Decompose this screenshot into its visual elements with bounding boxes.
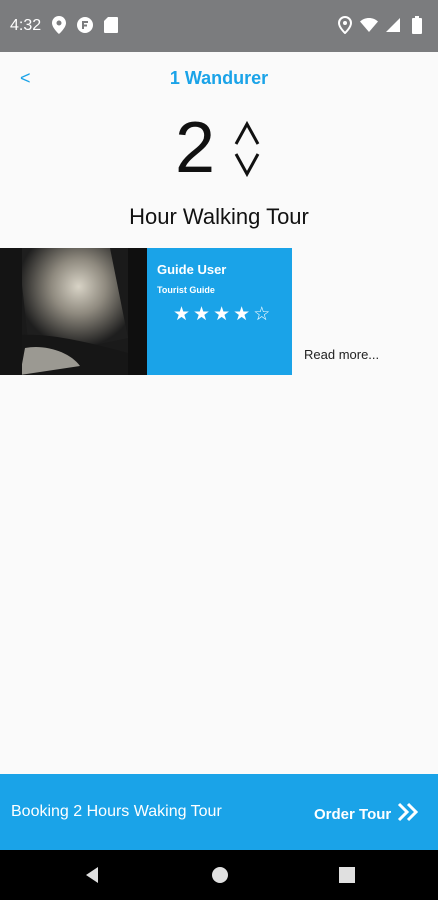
star-filled-icon: ★ <box>193 304 212 325</box>
tour-subtitle: Hour Walking Tour <box>129 204 309 229</box>
system-nav-bar <box>0 850 438 900</box>
double-chevron-right-icon <box>397 802 419 826</box>
star-filled-icon: ★ <box>213 304 232 325</box>
back-nav-icon[interactable] <box>82 865 102 885</box>
battery-icon <box>408 16 426 34</box>
read-more-link[interactable]: Read more... <box>304 347 379 362</box>
app-header: < 1 Wandurer <box>0 52 438 104</box>
increase-hours-arrow-icon[interactable] <box>232 120 262 148</box>
recents-nav-icon[interactable] <box>337 865 357 885</box>
guide-role: Tourist Guide <box>157 285 215 295</box>
star-filled-icon: ★ <box>173 304 192 325</box>
page-title: 1 Wandurer <box>169 68 269 88</box>
location-icon <box>336 16 354 34</box>
status-left-icons <box>50 16 120 34</box>
wifi-icon <box>360 16 378 34</box>
location-pin-icon <box>50 16 68 34</box>
guide-card[interactable]: Guide User Tourist Guide ★ ★ ★ ★ ☆ <box>147 248 292 375</box>
home-nav-icon[interactable] <box>210 865 230 885</box>
star-filled-icon: ★ <box>233 304 252 325</box>
order-tour-label: Order Tour <box>314 805 392 823</box>
star-empty-icon: ☆ <box>253 304 272 325</box>
guide-rating: ★ ★ ★ ★ ☆ <box>173 303 271 326</box>
status-bar: 4:32 <box>0 0 438 52</box>
decrease-hours-arrow-icon[interactable] <box>232 150 262 178</box>
sd-card-icon <box>102 16 120 34</box>
bottom-bar: Booking 2 Hours Waking Tour Order Tour <box>0 774 438 850</box>
notification-app-icon <box>76 16 94 34</box>
guide-name: Guide User <box>157 262 227 277</box>
status-time: 4:32 <box>10 17 42 34</box>
signal-icon <box>384 16 402 34</box>
order-tour-button[interactable]: Order Tour <box>314 802 419 826</box>
guide-photo[interactable] <box>0 248 147 375</box>
booking-summary: Booking 2 Hours Waking Tour <box>11 803 222 820</box>
status-right-icons <box>336 16 426 34</box>
hour-count: 2 <box>175 108 216 188</box>
